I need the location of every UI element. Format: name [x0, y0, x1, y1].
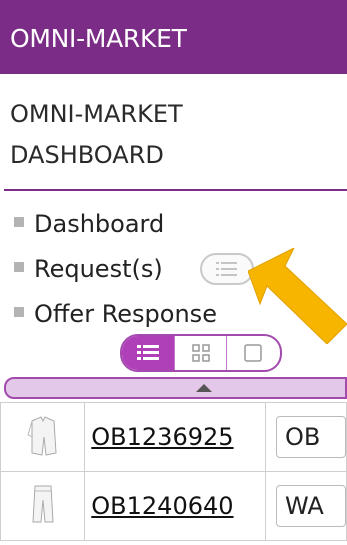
- type-select[interactable]: WA: [275, 485, 346, 527]
- collapse-toggle[interactable]: [4, 377, 347, 399]
- dashboard-title: OMNI-MARKET DASHBOARD: [10, 94, 340, 176]
- type-cell: OB: [264, 402, 347, 472]
- app-title: OMNI-MARKET: [10, 24, 187, 53]
- single-view-icon: [243, 344, 262, 362]
- list-view-icon: [137, 345, 159, 360]
- view-toggle: [120, 334, 282, 372]
- bullet-icon: [14, 217, 24, 227]
- nav-item-label: Dashboard: [34, 210, 165, 238]
- order-id-cell: OB1236925: [84, 402, 266, 472]
- table-row: OB1240640 WA: [0, 471, 347, 541]
- nav-item-label: Request(s): [34, 255, 163, 283]
- app-header: OMNI-MARKET: [0, 0, 347, 74]
- type-select[interactable]: OB: [275, 416, 346, 458]
- thumbnail-cell: [0, 402, 86, 472]
- single-view-button[interactable]: [226, 336, 278, 370]
- order-id-link[interactable]: OB1236925: [91, 423, 265, 451]
- dashboard-title-line1: OMNI-MARKET: [10, 100, 183, 128]
- nav-item-label: Offer Response: [34, 300, 217, 328]
- thumbnail-cell: [0, 471, 86, 541]
- order-id-link[interactable]: OB1240640: [91, 492, 265, 520]
- list-view-button[interactable]: [122, 336, 174, 370]
- orders-table: OB1236925 OB OB1240640 WA: [0, 402, 347, 541]
- grid-view-icon: [191, 344, 210, 362]
- list-icon-button[interactable]: [200, 253, 254, 285]
- bullet-icon: [14, 262, 24, 272]
- bullet-icon: [14, 307, 24, 317]
- order-id-cell: OB1240640: [84, 471, 266, 541]
- grid-view-button[interactable]: [174, 336, 226, 370]
- list-icon: [216, 262, 237, 276]
- chevron-up-icon: [196, 384, 212, 392]
- divider: [4, 189, 347, 191]
- pointer-arrow-icon: [248, 248, 347, 344]
- nav-item-offer-response[interactable]: Offer Response: [14, 300, 217, 328]
- nav-item-requests[interactable]: Request(s): [14, 253, 254, 285]
- dashboard-title-line2: DASHBOARD: [10, 141, 164, 169]
- garment-icon: [32, 485, 54, 523]
- garment-icon: [27, 416, 57, 456]
- type-cell: WA: [264, 471, 347, 541]
- nav-item-dashboard[interactable]: Dashboard: [14, 210, 164, 238]
- table-row: OB1236925 OB: [0, 402, 347, 472]
